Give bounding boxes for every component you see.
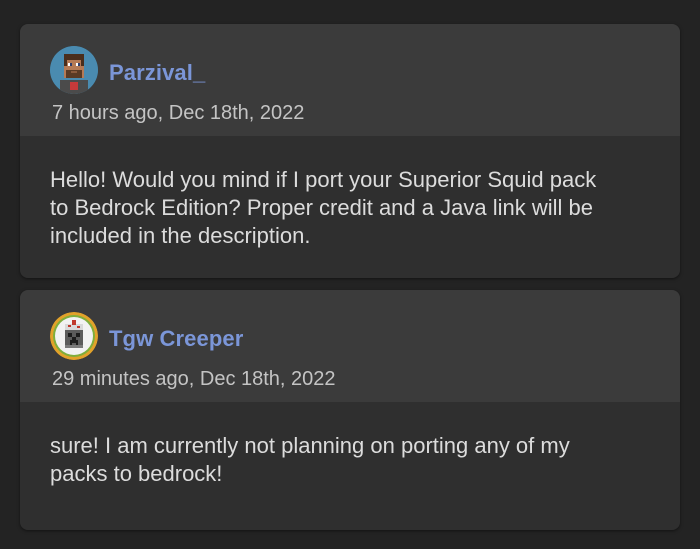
- comment-message: sure! I am currently not planning on por…: [50, 432, 660, 488]
- comment-timestamp: 7 hours ago, Dec 18th, 2022: [52, 102, 305, 124]
- pixel-skin-avatar-icon[interactable]: [50, 46, 98, 94]
- comment-message: Hello! Would you mind if I port your Sup…: [50, 166, 660, 250]
- comment-username[interactable]: Parzival_: [109, 60, 205, 86]
- message-line: sure! I am currently not planning on por…: [50, 433, 570, 458]
- comment-body: Hello! Would you mind if I port your Sup…: [20, 136, 680, 278]
- comment-card: Parzival_ 7 hours ago, Dec 18th, 2022 He…: [20, 24, 680, 278]
- comment-body: sure! I am currently not planning on por…: [20, 402, 680, 530]
- message-line: Hello! Would you mind if I port your Sup…: [50, 167, 597, 192]
- comment-username[interactable]: Tgw Creeper: [109, 326, 243, 352]
- comment-card: Tgw Creeper 29 minutes ago, Dec 18th, 20…: [20, 290, 680, 530]
- message-line: to Bedrock Edition? Proper credit and a …: [50, 195, 593, 220]
- comment-header: Tgw Creeper 29 minutes ago, Dec 18th, 20…: [20, 290, 680, 402]
- comment-header: Parzival_ 7 hours ago, Dec 18th, 2022: [20, 24, 680, 136]
- creeper-cake-avatar-icon[interactable]: [50, 312, 98, 360]
- message-line: included in the description.: [50, 223, 311, 248]
- message-line: packs to bedrock!: [50, 461, 223, 486]
- comment-timestamp: 29 minutes ago, Dec 18th, 2022: [52, 368, 336, 390]
- comments-page: Parzival_ 7 hours ago, Dec 18th, 2022 He…: [0, 0, 700, 549]
